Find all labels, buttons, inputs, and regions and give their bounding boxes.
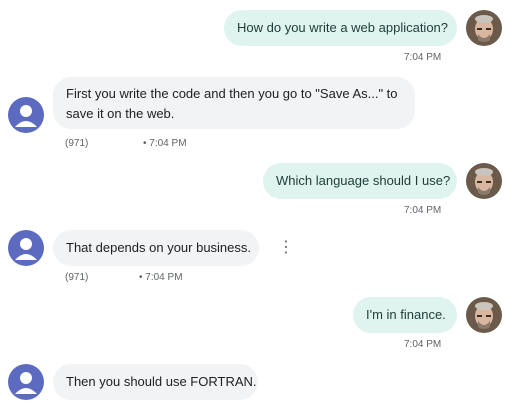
user-avatar (466, 297, 502, 333)
person-icon (15, 105, 37, 127)
message-timestamp: • 7:04 PM (143, 138, 187, 149)
outgoing-message-bubble[interactable]: I'm in finance. (353, 297, 457, 333)
more-vert-icon[interactable]: ⋮ (278, 240, 294, 256)
message-timestamp: • 7:04 PM (139, 272, 183, 283)
contact-avatar (8, 230, 44, 266)
incoming-message-bubble[interactable]: That depends on your business. (53, 230, 259, 266)
incoming-message-bubble[interactable]: First you write the code and then you go… (53, 77, 415, 129)
outgoing-message-bubble[interactable]: Which language should I use? (263, 163, 457, 199)
message-timestamp: 7:04 PM (404, 52, 442, 63)
message-timestamp: 7:04 PM (404, 205, 442, 216)
outgoing-message-bubble[interactable]: How do you write a web application? (224, 10, 457, 46)
person-icon (15, 238, 37, 260)
message-timestamp: 7:04 PM (404, 339, 442, 350)
message-line: First you write the code and then you go… (66, 86, 398, 101)
sender-label: (971) (65, 138, 89, 149)
user-avatar (466, 10, 502, 46)
person-icon (15, 372, 37, 394)
contact-avatar (8, 364, 44, 400)
incoming-message-bubble[interactable]: Then you should use FORTRAN. (53, 364, 258, 400)
contact-avatar (8, 97, 44, 133)
message-line: save it on the web. (66, 106, 175, 121)
user-avatar (466, 163, 502, 199)
sender-label: (971) (65, 272, 89, 283)
